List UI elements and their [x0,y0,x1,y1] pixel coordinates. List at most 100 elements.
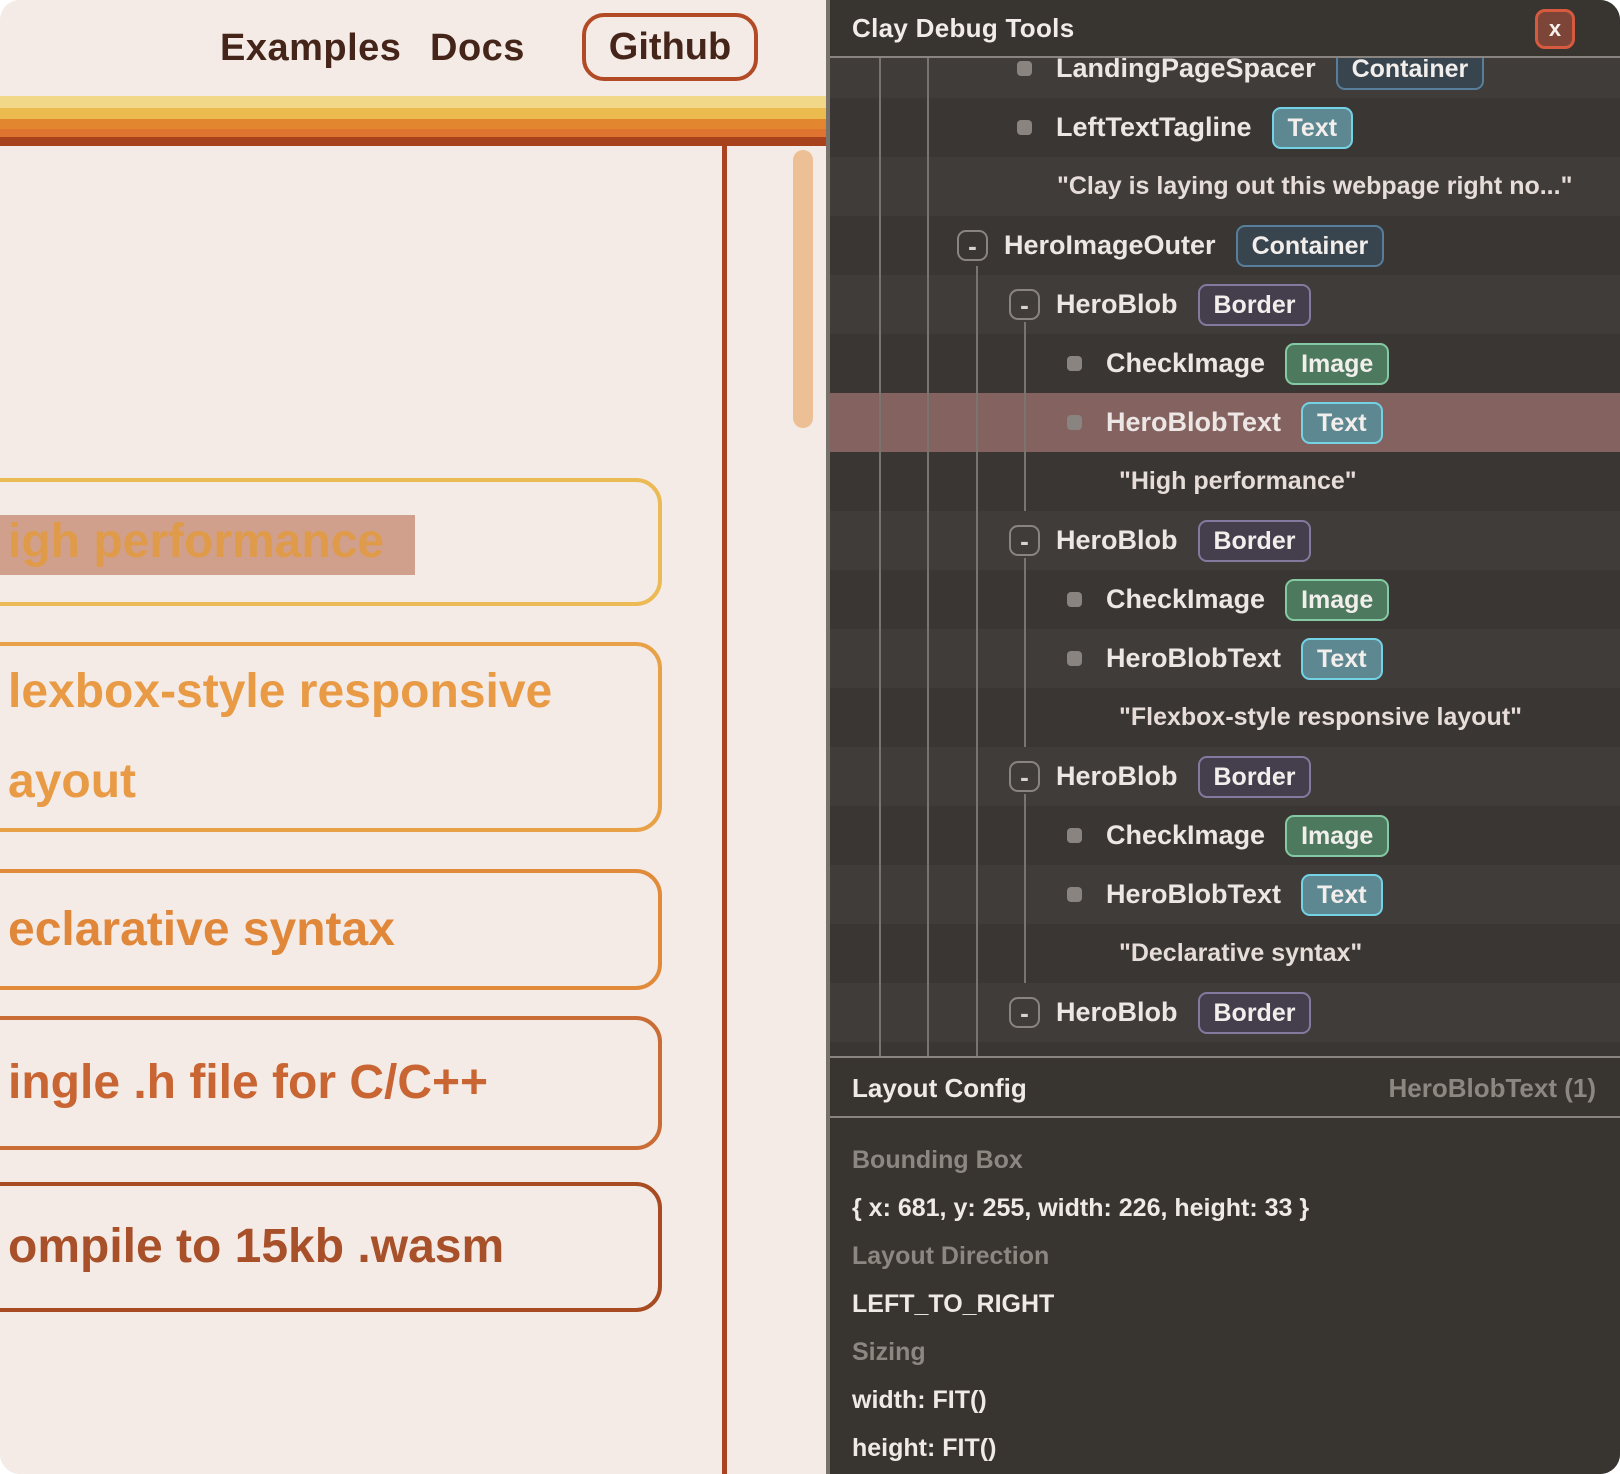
element-type-badge: Text [1301,402,1383,444]
collapse-minus-icon[interactable]: - [1009,997,1040,1028]
leaf-bullet-icon [1067,592,1082,607]
tree-text-preview-row[interactable]: "Clay is laying out this webpage right n… [830,157,1620,216]
tree-indent-guide [976,266,978,1056]
page-scrollbar-thumb[interactable] [793,150,813,428]
tree-text-preview-row[interactable]: "High performance" [830,452,1620,511]
element-type-badge: Text [1301,638,1383,680]
tree-element-row[interactable]: HeroBlobTextText [830,865,1620,924]
tree-element-row[interactable]: HeroBlobTextText [830,393,1620,452]
element-name: HeroBlobBorder [1056,747,1311,806]
element-tree: LandingPageSpacerContainerLeftTextTaglin… [830,58,1620,1056]
hero-feature-text: ayout [0,737,658,827]
element-name: CheckImageImage [1106,806,1389,865]
element-type-badge: Container [1336,58,1485,90]
tree-element-row[interactable]: CheckImageImage [830,334,1620,393]
tree-indent-guide [1024,322,1026,511]
hero-feature-box: ingle .h file for C/C++ [0,1016,662,1150]
hero-feature-text: igh performance [0,497,658,587]
element-type-badge: Text [1272,107,1354,149]
element-name: HeroBlobTextText [1106,393,1383,452]
element-type-badge: Border [1198,284,1312,326]
clay-debug-panel: Clay Debug Tools x LandingPageSpacerCont… [826,0,1620,1474]
tree-element-row[interactable]: -HeroImageOuterContainer [830,216,1620,275]
collapse-minus-icon[interactable]: - [1009,289,1040,320]
brand-stripe [0,96,826,108]
leaf-bullet-icon [1017,61,1032,76]
config-field-value: width: FIT() [852,1376,1598,1424]
element-name: HeroBlobBorder [1056,511,1311,570]
tree-element-row[interactable]: LandingPageSpacerContainer [830,58,1620,98]
brand-stripe [0,119,826,129]
selected-element-label: HeroBlobText (1) [1388,1058,1596,1118]
element-name: HeroBlobTextText [1106,865,1383,924]
brand-stripe [0,108,826,119]
leaf-bullet-icon [1067,887,1082,902]
config-field-value: height: FIT() [852,1424,1598,1472]
text-content-preview: "Clay is laying out this webpage right n… [1057,157,1572,216]
tree-element-row[interactable]: -HeroBlobBorder [830,983,1620,1042]
brand-stripe-bar [0,96,826,146]
element-type-badge: Border [1198,520,1312,562]
brand-stripe [0,129,826,137]
element-name: HeroBlobBorder [1056,275,1311,334]
debug-panel-title: Clay Debug Tools [852,0,1074,56]
hero-feature-box: lexbox-style responsiveayout [0,642,662,832]
element-name: HeroBlobBorder [1056,983,1311,1042]
text-content-preview: "Declarative syntax" [1119,924,1362,983]
leaf-bullet-icon [1067,415,1082,430]
tree-element-row[interactable]: LeftTextTaglineText [830,98,1620,157]
element-type-badge: Image [1285,343,1389,385]
collapse-minus-icon[interactable]: - [1009,761,1040,792]
hero-feature-text: lexbox-style responsive [0,647,658,737]
collapse-minus-icon[interactable]: - [957,230,988,261]
config-field-label: Bounding Box [852,1136,1598,1184]
webpage-viewport: Examples Docs Github igh performance lexb… [0,0,826,1474]
close-icon[interactable]: x [1535,9,1575,49]
tree-element-row[interactable]: -HeroBlobBorder [830,511,1620,570]
text-content-preview: "Flexbox-style responsive layout" [1119,688,1522,747]
element-type-badge: Image [1285,579,1389,621]
element-name: CheckImageImage [1106,570,1389,629]
debug-panel-header: Clay Debug Tools x [830,0,1620,58]
hero-feature-box: eclarative syntax [0,869,662,990]
tree-element-row[interactable]: CheckImageImage [830,570,1620,629]
element-name: HeroImageOuterContainer [1004,216,1384,275]
nav-docs-link[interactable]: Docs [430,0,525,96]
config-field-value: { x: 681, y: 255, width: 226, height: 33… [852,1184,1598,1232]
brand-stripe [0,137,826,146]
hero-feature-text: ingle .h file for C/C++ [0,1038,658,1128]
tree-element-row[interactable]: -HeroBlobBorder [830,275,1620,334]
hero-feature-text: eclarative syntax [0,885,658,975]
layout-config-header: Layout Config HeroBlobText (1) [830,1058,1620,1118]
tree-text-preview-row[interactable]: "Flexbox-style responsive layout" [830,688,1620,747]
hero-feature-box: igh performance [0,478,662,606]
element-type-badge: Border [1198,992,1312,1034]
layout-config-title: Layout Config [852,1058,1027,1118]
element-type-badge: Border [1198,756,1312,798]
hero-feature-text: ompile to 15kb .wasm [0,1202,658,1292]
tree-text-preview-row[interactable]: "Declarative syntax" [830,924,1620,983]
github-button[interactable]: Github [582,13,758,81]
tree-element-row[interactable]: -HeroBlobBorder [830,747,1620,806]
layout-config-section: Layout Config HeroBlobText (1) Bounding … [830,1056,1620,1474]
leaf-bullet-icon [1067,651,1082,666]
config-field-label: Layout Direction [852,1232,1598,1280]
text-content-preview: "High performance" [1119,452,1357,511]
config-field-label: Sizing [852,1328,1598,1376]
leaf-bullet-icon [1067,356,1082,371]
tree-indent-guide [1024,794,1026,983]
nav-examples-link[interactable]: Examples [220,0,401,96]
tree-element-row[interactable]: CheckImageImage [830,806,1620,865]
config-field-value: LEFT_TO_RIGHT [852,1280,1598,1328]
collapse-minus-icon[interactable]: - [1009,525,1040,556]
page-section-divider [722,146,727,1474]
leaf-bullet-icon [1017,120,1032,135]
tree-element-row[interactable]: HeroBlobTextText [830,629,1620,688]
element-type-badge: Text [1301,874,1383,916]
hero-feature-box: ompile to 15kb .wasm [0,1182,662,1312]
tree-indent-guide [1024,558,1026,747]
leaf-bullet-icon [1067,828,1082,843]
tree-indent-guide [879,58,881,1056]
element-name: HeroBlobTextText [1106,629,1383,688]
element-name: LandingPageSpacerContainer [1056,58,1484,98]
